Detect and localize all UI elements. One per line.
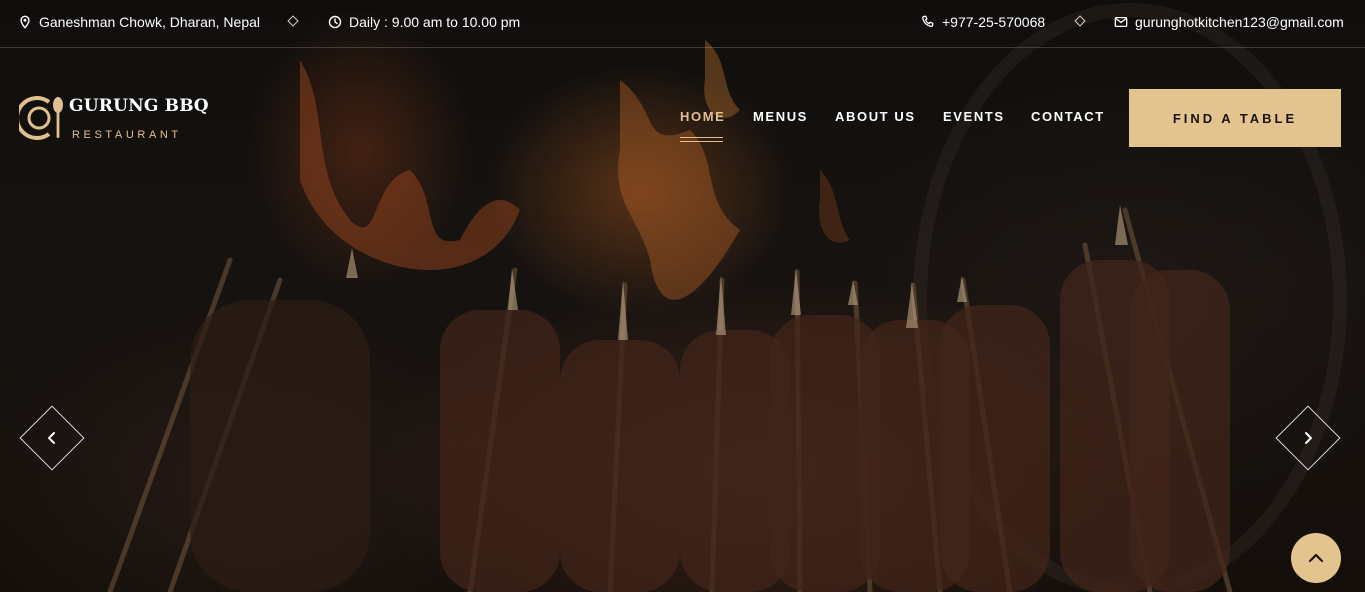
nav-item-menus[interactable]: MENUS: [753, 109, 808, 124]
address-text: Ganeshman Chowk, Dharan, Nepal: [39, 14, 261, 30]
brand-subtitle: RESTAURANT: [72, 129, 182, 141]
separator-diamond: [287, 15, 299, 27]
chevron-right-icon[interactable]: [1293, 424, 1323, 452]
email-text[interactable]: gurunghotkitchen123@gmail.com: [1135, 14, 1344, 30]
phone-icon: [922, 15, 934, 28]
map-pin-icon: [20, 15, 30, 29]
top-info-bar: Ganeshman Chowk, Dharan, Nepal Daily : 9…: [0, 0, 1365, 48]
phone-info[interactable]: +977-25-570068: [921, 14, 1045, 30]
clock-icon: [328, 15, 342, 29]
hours-text: Daily : 9.00 am to 10.00 pm: [349, 14, 521, 30]
nav-item-home[interactable]: HOME: [680, 109, 725, 124]
separator-diamond: [1074, 15, 1086, 27]
phone-text[interactable]: +977-25-570068: [942, 14, 1045, 30]
back-to-top-button[interactable]: [1291, 533, 1341, 583]
chevron-up-icon: [1308, 553, 1324, 563]
active-nav-indicator: [680, 137, 723, 142]
nav-item-about-us[interactable]: ABOUT US: [835, 109, 916, 124]
nav-item-events[interactable]: EVENTS: [943, 109, 1005, 124]
chevron-left-icon[interactable]: [37, 424, 67, 452]
find-a-table-button[interactable]: FIND A TABLE: [1129, 89, 1341, 147]
hours-info: Daily : 9.00 am to 10.00 pm: [328, 14, 520, 30]
address-info: Ganeshman Chowk, Dharan, Nepal: [18, 14, 260, 30]
mail-icon: [1114, 16, 1128, 28]
email-info[interactable]: gurunghotkitchen123@gmail.com: [1114, 14, 1344, 30]
nav-item-contact[interactable]: CONTACT: [1031, 109, 1105, 124]
